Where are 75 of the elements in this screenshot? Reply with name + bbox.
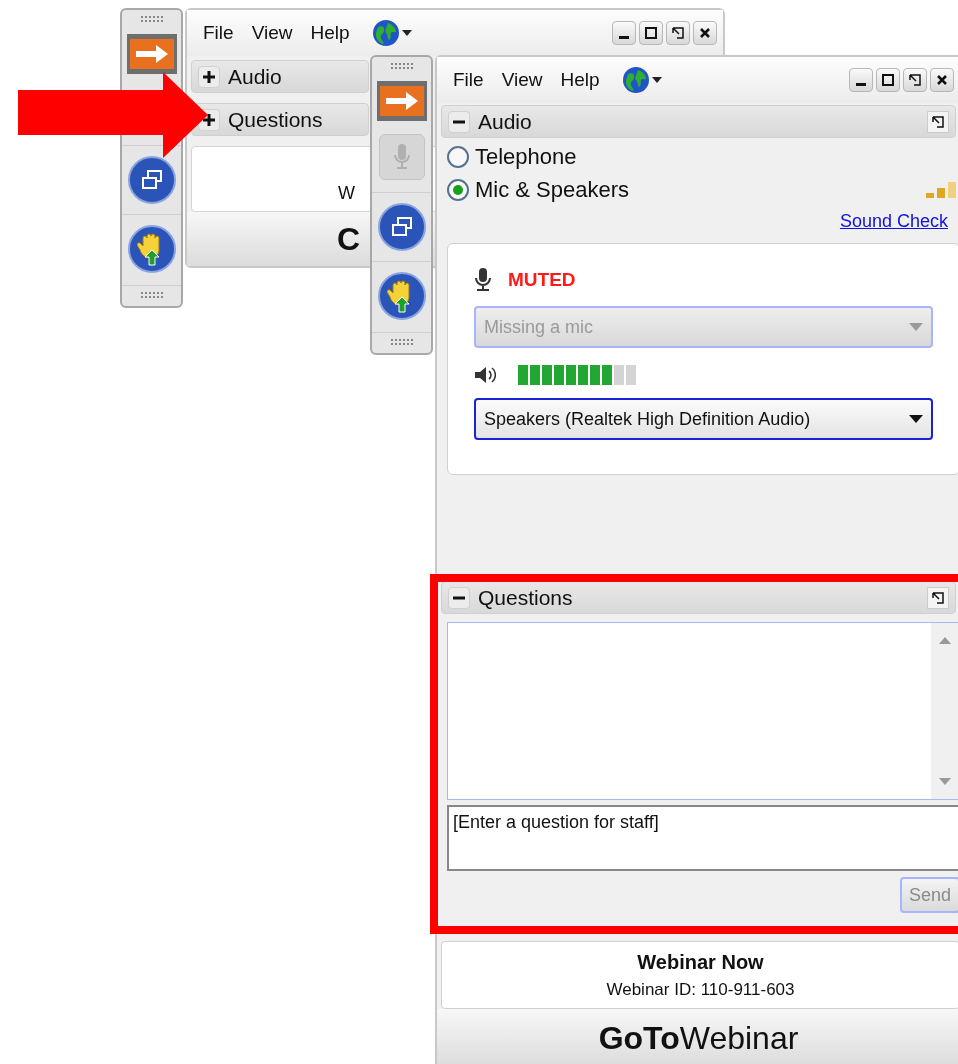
logo: GoToWebinar	[598, 1022, 799, 1054]
microphone-icon	[474, 268, 492, 292]
caret-icon	[909, 415, 923, 423]
raise-hand-button[interactable]	[127, 225, 176, 273]
webinar-title: Webinar Now	[637, 950, 764, 976]
info-text: W	[338, 182, 355, 205]
menu-item[interactable]: View	[251, 18, 293, 48]
panel-title: Audio	[228, 63, 282, 90]
webinar-id: Webinar ID: 110-911-603	[606, 979, 795, 1002]
plus-icon	[203, 70, 215, 83]
microphone-icon	[393, 143, 410, 170]
expand-button[interactable]	[198, 65, 220, 88]
caret-icon	[909, 323, 923, 331]
grip-icon[interactable]	[140, 292, 163, 300]
signal-icon	[926, 182, 958, 198]
popout-button[interactable]	[927, 110, 949, 133]
panel-header[interactable]: Audio	[441, 105, 956, 138]
caret-icon	[651, 77, 662, 83]
radio-button[interactable]	[447, 145, 469, 168]
menu-item[interactable]: Help	[310, 18, 350, 48]
dropdown[interactable]: Speakers (Realtek High Definition Audio)	[474, 398, 933, 440]
close-icon	[936, 74, 948, 86]
arrow-button[interactable]	[376, 81, 427, 121]
panel-header[interactable]: Questions	[441, 581, 956, 614]
menu-item[interactable]: View	[501, 65, 543, 95]
maximize-icon	[645, 27, 657, 39]
windows-icon	[390, 217, 413, 237]
mute-status: MUTED	[508, 267, 576, 292]
maximize-button[interactable]	[639, 21, 663, 45]
panel-header[interactable]: Audio	[191, 60, 369, 93]
panel-title: Questions	[478, 584, 573, 611]
question-input[interactable]: [Enter a question for staff]	[447, 805, 958, 871]
windows-button[interactable]	[377, 203, 426, 251]
menu-item[interactable]: File	[203, 18, 234, 48]
maximize-button[interactable]	[876, 68, 900, 92]
maximize-icon	[882, 74, 894, 86]
grip-icon[interactable]	[390, 63, 413, 71]
globe-icon	[371, 19, 400, 47]
popout-icon	[932, 115, 944, 128]
panel-header[interactable]: Questions	[191, 103, 369, 136]
logo: C	[337, 223, 361, 255]
minimize-button[interactable]	[612, 21, 636, 45]
popout-button[interactable]	[927, 586, 949, 609]
menu-item[interactable]: File	[453, 65, 484, 95]
popout-icon	[909, 74, 921, 86]
minimize-button[interactable]	[849, 68, 873, 92]
grip-icon[interactable]	[390, 339, 413, 347]
grip-icon[interactable]	[140, 16, 163, 24]
minimize-icon	[856, 82, 866, 86]
popout-button[interactable]	[903, 68, 927, 92]
language-button[interactable]	[621, 66, 662, 94]
caret-icon	[401, 30, 412, 36]
panel-title: Questions	[228, 106, 323, 133]
popout-button[interactable]	[666, 21, 690, 45]
raise-hand-button[interactable]	[377, 272, 426, 320]
speaker-icon	[474, 365, 496, 385]
language-button[interactable]	[371, 19, 412, 47]
collapse-button[interactable]	[448, 586, 470, 609]
sound-check-link[interactable]: Sound Check	[839, 208, 948, 235]
close-button[interactable]	[930, 68, 954, 92]
windows-icon	[140, 170, 163, 190]
popout-icon	[672, 27, 684, 39]
radio-button[interactable]	[447, 178, 469, 201]
globe-icon	[621, 66, 650, 94]
close-icon	[699, 27, 711, 39]
radio-option[interactable]: Telephone	[447, 140, 950, 173]
windows-button[interactable]	[127, 156, 176, 204]
close-button[interactable]	[693, 21, 717, 45]
popout-icon	[932, 591, 944, 604]
radio-option[interactable]: Mic & Speakers	[447, 173, 950, 206]
arrow-button[interactable]	[126, 34, 177, 74]
minimize-icon	[619, 35, 629, 39]
collapse-button[interactable]	[448, 110, 470, 133]
menu-item[interactable]: Help	[560, 65, 600, 95]
panel-title: Audio	[478, 108, 532, 135]
